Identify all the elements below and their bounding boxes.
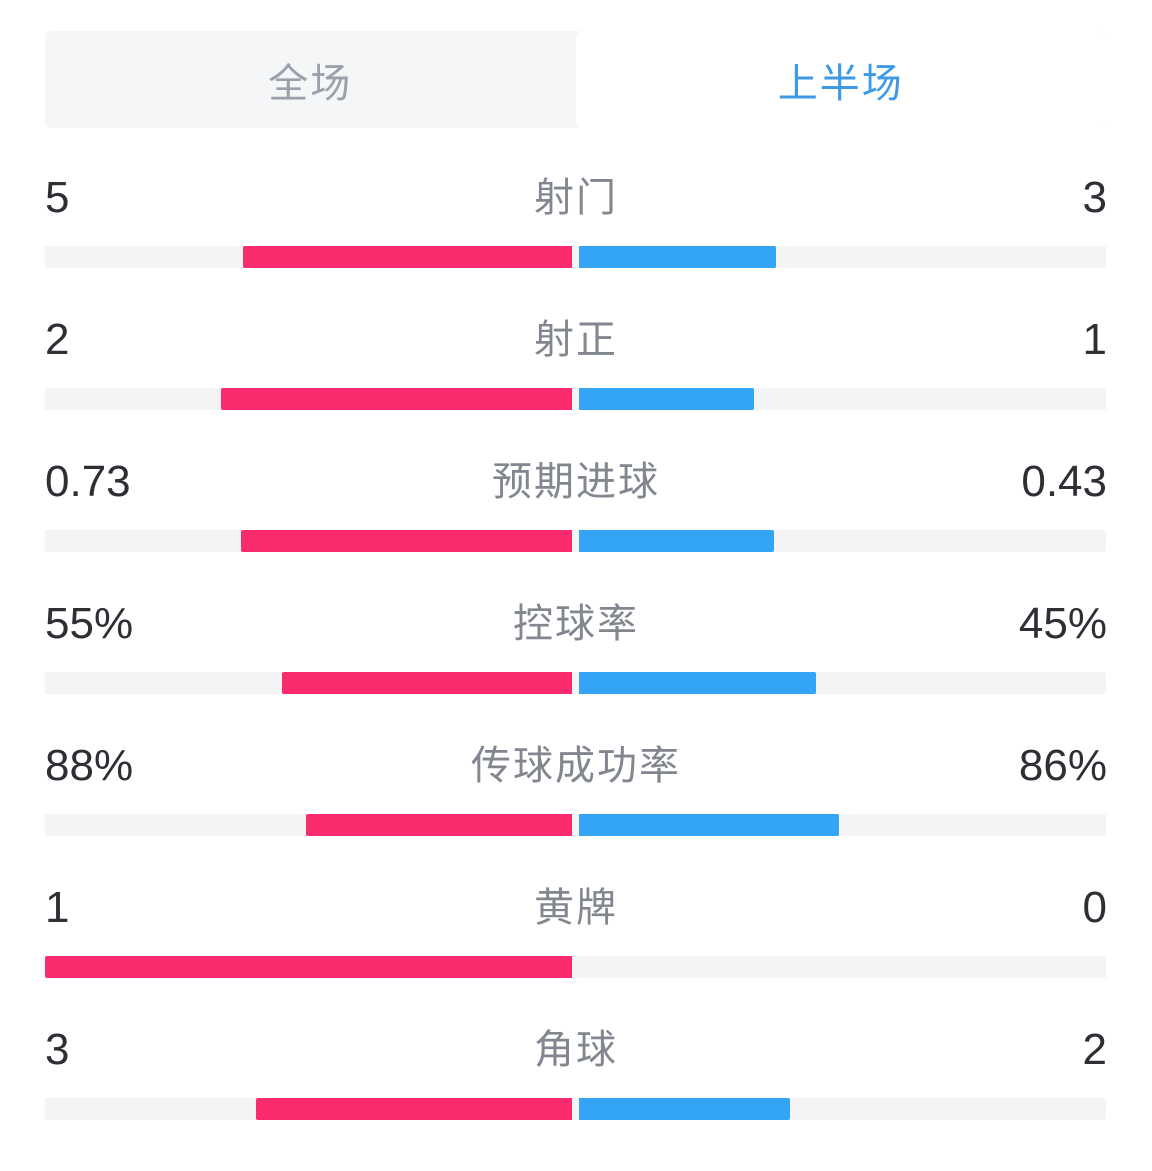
stat-bar-away [578, 814, 840, 836]
tab-first-half-label: 上半场 [777, 61, 904, 106]
stat-bar-home [282, 672, 573, 694]
stat-bar-home [220, 388, 573, 410]
stat-header: 0.73 预期进球 0.43 [0, 434, 1152, 530]
stat-bar-away [578, 530, 775, 552]
stat-bar-track [45, 672, 1106, 694]
stat-bar-track [45, 814, 1106, 836]
stat-home-value: 2 [45, 315, 70, 364]
stat-bar-track [45, 388, 1106, 410]
stat-bar-track [45, 1098, 1106, 1120]
tab-first-half[interactable]: 上半场 [575, 31, 1106, 128]
stat-row: 2 射正 1 [0, 292, 1152, 434]
stat-row: 1 黄牌 0 [0, 860, 1152, 1002]
stat-bar-track [45, 246, 1106, 268]
stat-away-value: 2 [1082, 1025, 1107, 1074]
stat-bar-away [578, 672, 816, 694]
stat-away-value: 86% [1018, 741, 1107, 790]
stat-bar-away [578, 1098, 790, 1120]
stat-bar-track [45, 530, 1106, 552]
stat-row: 3 角球 2 [0, 1002, 1152, 1144]
stat-away-value: 45% [1018, 599, 1107, 648]
stat-header: 1 黄牌 0 [0, 860, 1152, 956]
stat-label: 射门 [534, 176, 618, 220]
stat-away-value: 0 [1082, 883, 1107, 932]
stat-home-value: 55% [45, 599, 134, 648]
stat-label: 控球率 [513, 602, 639, 646]
stat-header: 5 射门 3 [0, 150, 1152, 246]
stat-bar-away [578, 388, 755, 410]
stat-label: 角球 [534, 1028, 618, 1072]
stat-bar-home [45, 956, 573, 978]
stat-away-value: 0.43 [1021, 457, 1107, 506]
stat-header: 55% 控球率 45% [0, 576, 1152, 672]
stat-label: 预期进球 [492, 460, 660, 504]
stat-home-value: 1 [45, 883, 70, 932]
stat-home-value: 3 [45, 1025, 70, 1074]
stat-bar-home [255, 1098, 573, 1120]
stat-label: 传球成功率 [471, 744, 681, 788]
stat-row: 5 射门 3 [0, 150, 1152, 292]
stat-row: 55% 控球率 45% [0, 576, 1152, 718]
stat-home-value: 88% [45, 741, 134, 790]
stat-header: 88% 传球成功率 86% [0, 718, 1152, 814]
stat-bar-home [305, 814, 573, 836]
stat-label: 射正 [534, 318, 618, 362]
stat-home-value: 5 [45, 173, 70, 222]
tab-full-match[interactable]: 全场 [45, 31, 576, 128]
stat-bar-track [45, 956, 1106, 978]
match-stats-screen: 全场 上半场 5 射门 3 2 射正 1 0.73 预期进球 0.43 55% … [0, 0, 1152, 1171]
stats-list: 5 射门 3 2 射正 1 0.73 预期进球 0.43 55% 控球率 45%… [0, 150, 1152, 1144]
stat-row: 0.73 预期进球 0.43 [0, 434, 1152, 576]
stat-away-value: 1 [1082, 315, 1107, 364]
stat-header: 3 角球 2 [0, 1002, 1152, 1098]
period-tabbar: 全场 上半场 [45, 31, 1106, 128]
stat-away-value: 3 [1082, 173, 1107, 222]
stat-header: 2 射正 1 [0, 292, 1152, 388]
stat-bar-away [578, 246, 777, 268]
stat-home-value: 0.73 [45, 457, 131, 506]
stat-bar-home [240, 530, 573, 552]
stat-bar-home [242, 246, 573, 268]
tab-full-match-label: 全场 [268, 61, 353, 106]
stat-label: 黄牌 [534, 886, 618, 930]
stat-row: 88% 传球成功率 86% [0, 718, 1152, 860]
